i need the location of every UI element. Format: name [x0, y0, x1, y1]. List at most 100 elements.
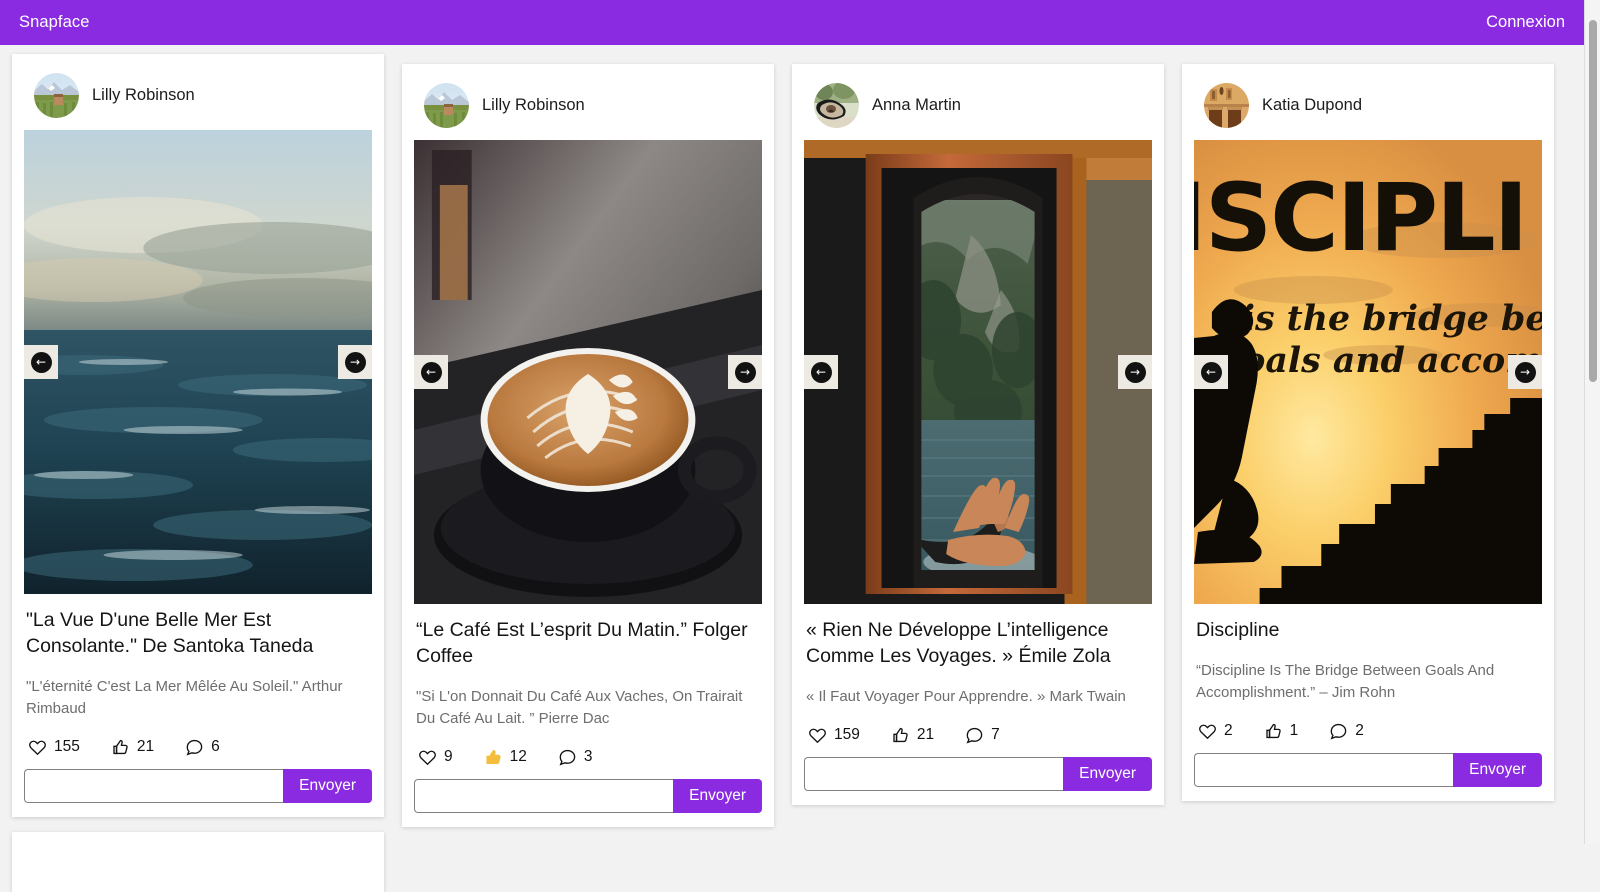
author-name: Lilly Robinson: [92, 86, 195, 104]
svg-text:goals and accomplishm: goals and accomplishm: [1218, 340, 1542, 381]
heart-reaction[interactable]: 9: [418, 748, 453, 767]
comment-reaction[interactable]: 2: [1329, 722, 1364, 741]
thumbs-up-count: 21: [136, 738, 155, 756]
thumbs-up-count: 12: [509, 748, 527, 766]
heart-count: 9: [444, 748, 453, 766]
comment-input[interactable]: [1194, 752, 1454, 787]
thumbs-up-reaction[interactable]: 21: [891, 726, 934, 745]
heart-icon: [809, 728, 826, 743]
post-card: Katia Dupond ISCIPLI is the bridge b goa…: [1182, 64, 1554, 801]
heart-count: 2: [1224, 722, 1233, 740]
avatar-car-mirror: [814, 83, 859, 128]
carousel-next-button[interactable]: →: [728, 355, 762, 389]
comment-reaction[interactable]: 6: [185, 738, 220, 757]
login-link[interactable]: Connexion: [1486, 13, 1565, 32]
send-button[interactable]: Envoyer: [673, 778, 762, 813]
arrow-right-icon: →: [1514, 361, 1536, 383]
post-card: Lilly Robinson: [12, 54, 384, 817]
arrow-right-icon: →: [734, 361, 756, 383]
page-scrollbar[interactable]: [1584, 0, 1600, 844]
heart-count: 155: [54, 738, 80, 756]
comment-reaction[interactable]: 7: [965, 726, 1000, 745]
thumbs-up-icon: [113, 739, 128, 754]
arrow-right-icon: →: [344, 351, 366, 373]
scrollbar-thumb[interactable]: [1589, 20, 1597, 382]
post-reactions: 9 12 3: [414, 748, 762, 767]
post-title: « Rien Ne Développe L’intelligence Comme…: [806, 619, 1111, 667]
author-name: Anna Martin: [872, 96, 961, 114]
carousel-next-button[interactable]: →: [338, 345, 372, 379]
comment-bubble-icon: [186, 739, 203, 756]
post-author[interactable]: Lilly Robinson: [24, 64, 372, 130]
thumbs-up-count: 1: [1289, 722, 1299, 740]
heart-icon: [29, 740, 46, 755]
comment-bubble-icon: [559, 749, 576, 766]
app-brand: Snapface: [19, 13, 90, 31]
thumbs-up-reaction[interactable]: 12: [484, 748, 527, 767]
svg-text:is the bridge betwee: is the bridge betwee: [1242, 298, 1542, 339]
carousel-prev-button[interactable]: ←: [414, 355, 448, 389]
carousel-prev-button[interactable]: ←: [804, 355, 838, 389]
comment-input[interactable]: [24, 768, 284, 803]
post-title: "La Vue D'une Belle Mer Est Consolante."…: [26, 609, 314, 657]
heart-reaction[interactable]: 155: [28, 738, 80, 757]
comment-bubble-icon: [966, 727, 983, 744]
post-reactions: 155 21 6: [24, 738, 372, 757]
thumbs-up-icon: [893, 727, 908, 742]
post-card-next: [12, 832, 384, 892]
post-author[interactable]: Lilly Robinson: [414, 74, 762, 140]
heart-reaction[interactable]: 159: [808, 726, 860, 745]
post-board: Lilly Robinson ← → "La Vue D'une Belle M…: [0, 45, 1584, 892]
carousel-prev-button[interactable]: ←: [24, 345, 58, 379]
carousel-next-button[interactable]: →: [1508, 355, 1542, 389]
avatar-building-facade: [1204, 83, 1249, 128]
post-description: “Discipline Is The Bridge Between Goals …: [1196, 661, 1495, 701]
post-description: "L'éternité C'est La Mer Mêlée Au Soleil…: [26, 677, 343, 717]
send-button[interactable]: Envoyer: [1063, 756, 1152, 791]
heart-icon: [1199, 724, 1216, 739]
post-author[interactable]: Katia Dupond: [1194, 74, 1542, 140]
send-button[interactable]: Envoyer: [1453, 752, 1542, 787]
arrow-left-icon: ←: [30, 351, 52, 373]
heart-icon: [419, 750, 436, 765]
comment-input[interactable]: [414, 778, 674, 813]
thumbs-up-reaction[interactable]: 21: [111, 738, 154, 757]
post-card: Anna Martin ← → « Rien Ne Développe L’in…: [792, 64, 1164, 805]
post-image-latte-coffee: ← →: [414, 140, 762, 604]
thumbs-up-icon: [486, 749, 501, 764]
post-title: “Le Café Est L’esprit Du Matin.” Folger …: [416, 619, 748, 667]
arrow-left-icon: ←: [810, 361, 832, 383]
author-name: Katia Dupond: [1262, 96, 1362, 114]
thumbs-up-reaction[interactable]: 1: [1264, 722, 1299, 741]
svg-text:ISCIPLI: ISCIPLI: [1194, 164, 1526, 273]
post-image-fjord-window: ← →: [804, 140, 1152, 604]
comment-form: Envoyer: [414, 778, 762, 813]
post-image-sea-ocean: ← →: [24, 130, 372, 594]
post-card: Lilly Robinson: [402, 64, 774, 827]
comment-form: Envoyer: [1194, 752, 1542, 787]
arrow-left-icon: ←: [1200, 361, 1222, 383]
comment-bubble-icon: [1330, 723, 1347, 740]
comment-reaction[interactable]: 3: [558, 748, 593, 767]
thumbs-up-count: 21: [916, 726, 935, 744]
comment-count: 6: [211, 738, 220, 756]
comment-count: 3: [583, 748, 593, 766]
post-author[interactable]: Anna Martin: [804, 74, 1152, 140]
thumbs-up-icon: [1265, 723, 1281, 738]
top-navbar: Snapface Connexion: [0, 0, 1584, 45]
post-image-discipline-stairs: ISCIPLI is the bridge betwee goals and a…: [1194, 140, 1542, 604]
arrow-right-icon: →: [1124, 361, 1146, 383]
comment-input[interactable]: [804, 756, 1064, 791]
comment-count: 2: [1355, 722, 1364, 740]
comment-count: 7: [991, 726, 1000, 744]
comment-form: Envoyer: [804, 756, 1152, 791]
heart-reaction[interactable]: 2: [1198, 722, 1233, 741]
avatar-vineyard-mountain: [424, 83, 469, 128]
send-button[interactable]: Envoyer: [283, 768, 372, 803]
carousel-prev-button[interactable]: ←: [1194, 355, 1228, 389]
author-name: Lilly Robinson: [482, 96, 585, 114]
post-title: Discipline: [1196, 619, 1280, 641]
post-reactions: 159 21 7: [804, 726, 1152, 745]
post-description: "Si L'on Donnait Du Café Aux Vaches, On …: [416, 687, 743, 727]
carousel-next-button[interactable]: →: [1118, 355, 1152, 389]
